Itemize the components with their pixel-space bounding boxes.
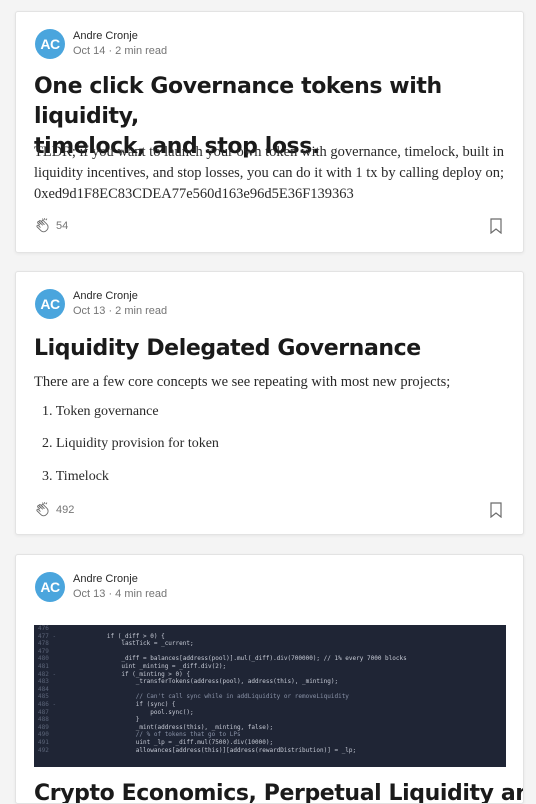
code-line-number: 481 [38, 662, 49, 670]
code-line: 479 [34, 648, 506, 656]
author-name[interactable]: Andre Cronje [73, 572, 167, 587]
post-meta: AC Andre Cronje Oct 14 · 2 min read [35, 28, 167, 60]
excerpt-line: liquidity incentives, and stop losses, y… [34, 165, 504, 181]
list-item: 2. Liquidity provision for token [42, 436, 219, 451]
clap-count: 492 [56, 504, 75, 516]
clap-icon[interactable] [34, 217, 52, 235]
code-line-text: // Can't call sync while in addLiquidity… [78, 693, 349, 701]
code-line-text: _diff = balances[address(pool)].mul(_dif… [78, 655, 407, 663]
post-cover-code-image[interactable]: 476 477 - if (_diff > 0) {478 lastTick = … [34, 625, 506, 767]
excerpt-line: 0xed9d1F8EC83CDEA77e560d163e96d5E36F1393… [34, 186, 354, 202]
post-date-readtime: Oct 14 · 2 min read [73, 45, 168, 57]
code-line-text: } [78, 716, 140, 724]
code-line: 478 lastTick = _current; [34, 640, 506, 648]
bookmark-icon[interactable] [489, 502, 503, 518]
avatar[interactable]: AC [35, 572, 65, 602]
code-line-number: 486 - [38, 700, 57, 708]
post-title[interactable]: Liquidity Delegated Governance [34, 334, 505, 364]
code-line-text: if (sync) { [78, 700, 176, 708]
code-line-text: allowances[address(this)][address(reward… [78, 746, 357, 754]
author-name[interactable]: Andre Cronje [73, 289, 167, 304]
post-card[interactable]: AC Andre Cronje Oct 13 · 2 min read Liqu… [15, 271, 524, 535]
code-line: 476 [34, 625, 506, 633]
code-line-number: 483 [38, 678, 49, 686]
post-card[interactable]: AC Andre Cronje Oct 13 · 4 min read 476 4… [15, 554, 524, 804]
code-line: 488 } [34, 716, 506, 724]
code-line: 482 - if (_minting > 0) { [34, 671, 506, 679]
code-line-text: uint _minting = _diff.div(2); [78, 662, 227, 670]
clap-icon[interactable] [34, 501, 52, 519]
code-line-text: if (_minting > 0) { [78, 670, 190, 678]
list-item: 3. Timelock [42, 469, 109, 484]
code-line-number: 491 [38, 738, 49, 746]
code-line-text: pool.sync(); [78, 708, 194, 716]
code-line: 484 [34, 686, 506, 694]
avatar[interactable]: AC [35, 289, 65, 319]
post-meta: AC Andre Cronje Oct 13 · 4 min read [35, 571, 167, 603]
code-line: 486 - if (sync) { [34, 701, 506, 709]
code-line-number: 490 [38, 731, 49, 739]
post-date-readtime: Oct 13 · 4 min read [73, 588, 168, 600]
author-name[interactable]: Andre Cronje [73, 29, 167, 44]
code-line: 487 pool.sync(); [34, 709, 506, 717]
code-line: 481 uint _minting = _diff.div(2); [34, 663, 506, 671]
code-line-text: uint _lp = _diff.mul(7500).div(10000); [78, 738, 274, 746]
code-line: 491 uint _lp = _diff.mul(7500).div(10000… [34, 739, 506, 747]
bookmark-icon[interactable] [489, 218, 503, 234]
code-line-number: 482 - [38, 670, 57, 678]
code-line-number: 478 [38, 640, 49, 648]
post-title[interactable]: Crypto Economics, Perpetual Liquidity an… [34, 781, 523, 803]
excerpt-line: TLDR; if you want to launch your own tok… [34, 144, 504, 160]
code-line-text: lastTick = _current; [78, 640, 194, 648]
code-line: 483 _transferTokens(address(pool), addre… [34, 678, 506, 686]
code-line: 492 allowances[address(this)][address(re… [34, 747, 506, 755]
code-line-number: 492 [38, 746, 49, 754]
code-line-number: 489 [38, 723, 49, 731]
code-line-number: 485 [38, 693, 49, 701]
code-line-number: 479 [38, 647, 49, 655]
code-line-number: 487 [38, 708, 49, 716]
code-line-text: _mint(address(this), _minting, false); [78, 723, 274, 731]
code-line-number: 488 [38, 716, 49, 724]
post-title-line: One click Governance tokens with liquidi… [34, 74, 442, 129]
avatar[interactable]: AC [35, 29, 65, 59]
list-item: 1. Token governance [42, 404, 159, 419]
code-line: 480 _diff = balances[address(pool)].mul(… [34, 655, 506, 663]
post-card[interactable]: AC Andre Cronje Oct 14 · 2 min read One … [15, 11, 524, 253]
post-meta: AC Andre Cronje Oct 13 · 2 min read [35, 288, 167, 320]
code-line-number: 480 [38, 655, 49, 663]
post-excerpt[interactable]: There are a few core concepts we see rep… [34, 372, 505, 393]
code-line-number: 484 [38, 685, 49, 693]
clap-count: 54 [56, 220, 69, 232]
post-excerpt[interactable]: TLDR; if you want to launch your own tok… [34, 142, 505, 205]
code-line-number: 476 [38, 625, 49, 632]
code-line-text: // % of tokens that go to LPs [78, 731, 241, 739]
post-date-readtime: Oct 13 · 2 min read [73, 305, 168, 317]
code-line: 489 _mint(address(this), _minting, false… [34, 724, 506, 732]
code-line-text: if (_diff > 0) { [78, 632, 165, 640]
code-line-text: _transferTokens(address(pool), address(t… [78, 678, 339, 686]
code-line-number: 477 - [38, 632, 57, 640]
code-line: 490 // % of tokens that go to LPs [34, 731, 506, 739]
code-line: 477 - if (_diff > 0) { [34, 633, 506, 641]
code-line: 485 // Can't call sync while in addLiqui… [34, 693, 506, 701]
